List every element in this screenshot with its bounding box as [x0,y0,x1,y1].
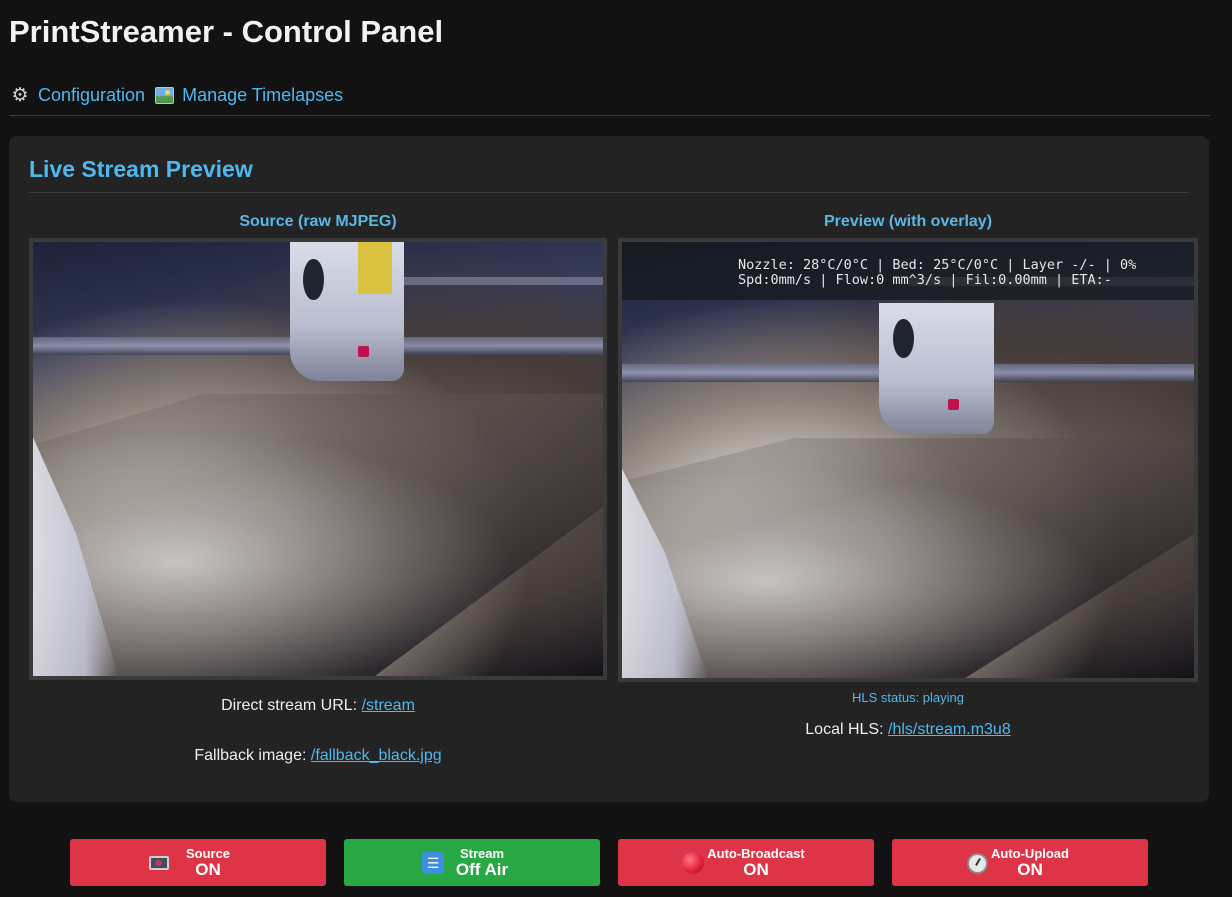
gear-icon: ⚙ [11,84,29,106]
local-hls-row: Local HLS: /hls/stream.m3u8 [618,721,1198,739]
gauge-icon [966,852,988,874]
nav-divider [9,115,1210,116]
manage-timelapses-link[interactable]: Manage Timelapses [182,85,343,106]
stats-overlay-text: Nozzle: 28°C/0°C | Bed: 25°C/0°C | Layer… [738,257,1137,288]
stats-overlay: Nozzle: 28°C/0°C | Bed: 25°C/0°C | Layer… [622,242,1194,300]
stream-button-label: Stream [459,845,505,861]
top-nav: ⚙ Configuration Manage Timelapses [10,82,343,108]
camera-icon [148,852,170,874]
auto-broadcast-toggle-button[interactable]: Auto-Broadcast ON [618,839,874,886]
source-title: Source (raw MJPEG) [239,213,397,230]
picture-icon [155,86,175,104]
direct-stream-link[interactable]: /stream [362,697,415,714]
auto-upload-button-label: Auto-Upload [991,845,1069,861]
source-toggle-button[interactable]: Source ON [70,839,326,886]
preview-title: Preview (with overlay) [823,213,993,230]
source-stream-image [33,242,603,676]
fallback-image-link[interactable]: /fallback_black.jpg [311,747,442,764]
auto-upload-button-state: ON [1017,859,1043,879]
wifi-icon: ☰ [422,852,444,874]
local-hls-label: Local HLS: [805,721,884,738]
configuration-link[interactable]: Configuration [38,85,145,106]
panel-divider [29,192,1189,193]
source-stream-frame [29,238,607,680]
stream-toggle-button[interactable]: ☰ Stream Off Air [344,839,600,886]
record-icon [682,852,704,874]
auto-broadcast-button-label: Auto-Broadcast [707,845,805,861]
source-button-label: Source [185,845,231,861]
preview-stream-video[interactable]: Nozzle: 28°C/0°C | Bed: 25°C/0°C | Layer… [622,242,1194,678]
live-stream-preview-panel: Live Stream Preview Source (raw MJPEG) D… [9,136,1209,802]
panel-heading: Live Stream Preview [29,156,253,182]
preview-stream-frame: Nozzle: 28°C/0°C | Bed: 25°C/0°C | Layer… [618,238,1198,682]
stream-button-state: Off Air [455,859,509,879]
direct-stream-row: Direct stream URL: /stream [29,697,607,715]
local-hls-link[interactable]: /hls/stream.m3u8 [888,721,1011,738]
fallback-image-label: Fallback image: [194,747,307,764]
source-button-state: ON [195,859,221,879]
auto-upload-toggle-button[interactable]: Auto-Upload ON [892,839,1148,886]
fallback-image-row: Fallback image: /fallback_black.jpg [29,747,607,765]
direct-stream-label: Direct stream URL: [221,697,358,714]
auto-broadcast-button-state: ON [743,859,769,879]
page-title: PrintStreamer - Control Panel [9,14,444,49]
hls-status: HLS status: playing [851,690,964,705]
